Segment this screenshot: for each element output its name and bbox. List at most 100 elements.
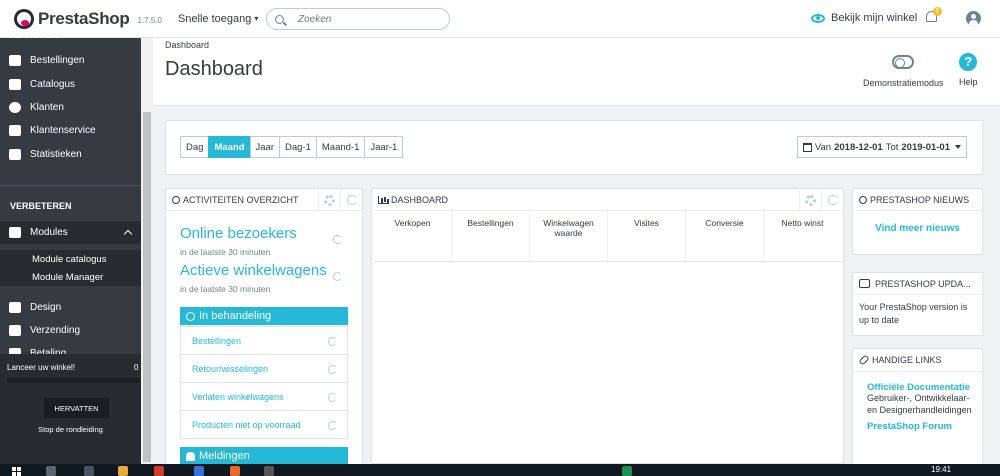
period-button-maand-1[interactable]: Maand-1 [315, 136, 366, 158]
period-button-jaar-1[interactable]: Jaar-1 [364, 136, 404, 158]
submenu-item-module-catalog[interactable]: Module catalogus [0, 250, 141, 268]
date-range-picker[interactable]: Van 2018-12-01 Tot 2019-01-01 [796, 136, 967, 158]
pending-item-returns[interactable]: Retour/wisselingen [181, 354, 347, 382]
sidebar-item-shipping[interactable]: Verzending [0, 319, 141, 342]
period-button-jaar[interactable]: Jaar [249, 136, 281, 158]
help-label: Help [959, 77, 978, 87]
sidebar-item-design[interactable]: Design [0, 296, 141, 319]
search-box[interactable] [266, 8, 450, 30]
pending-section-header[interactable]: In behandeling [180, 307, 348, 325]
update-status-text: Your PrestaShop version is up to date [859, 302, 968, 325]
demo-mode-button[interactable]: Demonstratiemodus [863, 53, 944, 88]
sidebar-item-label: Verzending [30, 325, 81, 336]
notification-badge: 6 [933, 7, 942, 16]
resume-button[interactable]: HERVATTEN [44, 398, 109, 418]
activity-panel-header: ACTIVITEITEN OVERZICHT [166, 189, 362, 211]
account-icon[interactable] [966, 11, 981, 26]
excel-icon[interactable] [622, 466, 632, 476]
sidebar-item-label: Modules [30, 227, 68, 238]
view-shop-link[interactable]: Bekijk mijn winkel [811, 12, 917, 24]
app-icon[interactable] [264, 466, 274, 476]
windows-start-icon[interactable] [12, 467, 22, 476]
forum-link[interactable]: PrestaShop Forum [867, 421, 982, 432]
period-toolbar: Dag Maand Jaar Dag-1 Maand-1 Jaar-1 Van 2018-… [165, 120, 983, 175]
kpi-tab-net-profit[interactable]: Netto winst [764, 211, 841, 261]
pending-item-out-of-stock[interactable]: Producten niet op voorraad [181, 410, 347, 438]
update-panel-header: PRESTASHOP UPDA... [853, 273, 982, 295]
loading-icon [328, 365, 337, 374]
active-carts-title: Actieve winkelwagens [180, 262, 327, 279]
sidebar-item-label: Bestellingen [30, 55, 85, 66]
modules-submenu: Module catalogus Module Manager [0, 250, 141, 286]
task-view-icon[interactable] [84, 466, 94, 476]
kpi-tab-sales[interactable]: Verkopen [374, 211, 452, 261]
sidebar-item-modules[interactable]: Modules [0, 221, 141, 244]
help-button[interactable]: ? Help [959, 53, 978, 87]
onboarding-title: Lanceer uw winkel! [7, 363, 76, 372]
puzzle-icon [9, 227, 21, 238]
refresh-button[interactable] [821, 189, 843, 211]
app-icon[interactable] [194, 466, 204, 476]
refresh-button[interactable] [340, 189, 362, 211]
firefox-icon[interactable] [230, 466, 240, 476]
update-icon [859, 279, 870, 288]
kpi-tab-conversion[interactable]: Conversie [686, 211, 764, 261]
sidebar-item-customer-service[interactable]: Klantenservice [0, 119, 141, 142]
sidebar-scrollbar[interactable] [141, 38, 153, 464]
sidebar-item-customers[interactable]: Klanten [0, 96, 141, 119]
loading-icon [333, 235, 342, 244]
kpi-tab-cart-value[interactable]: Winkelwagen waarde [530, 211, 608, 261]
stop-tour-link[interactable]: Stop de rondleiding [0, 425, 141, 434]
clock-icon [172, 195, 180, 204]
logo[interactable]: PrestaShop 1.7.5.0 [14, 8, 162, 29]
activity-panel: ACTIVITEITEN OVERZICHT Online bezoekers … [165, 188, 363, 468]
search-input[interactable] [298, 13, 438, 25]
period-button-maand[interactable]: Maand [208, 136, 251, 158]
notifications-section-header[interactable]: Meldingen [180, 447, 348, 465]
gear-icon [805, 194, 816, 206]
loading-icon [333, 272, 342, 281]
help-icon: ? [959, 53, 978, 71]
store-icon [9, 79, 21, 90]
chevron-up-icon [123, 229, 133, 239]
period-button-dag-1[interactable]: Dag-1 [279, 136, 317, 158]
search-icon[interactable] [46, 466, 56, 476]
desktop-icon [9, 302, 21, 313]
pending-item-abandoned-carts[interactable]: Verlaten winkelwagens [181, 382, 347, 410]
quick-access-dropdown[interactable]: Snelle toegang ▾ [178, 13, 258, 25]
kpi-tabs: Verkopen Bestellingen Winkelwagen waarde… [374, 211, 841, 262]
kpi-tab-orders[interactable]: Bestellingen [452, 211, 530, 261]
online-visitors-title: Online bezoekers [180, 225, 297, 242]
sidebar-item-catalog[interactable]: Catalogus [0, 73, 141, 96]
more-news-link[interactable]: Vind meer nieuws [853, 223, 982, 234]
links-title: HANDIGE LINKS [872, 355, 942, 365]
to-label: Tot [885, 141, 899, 153]
pending-list: Bestellingen Retour/wisselingen Verlaten… [180, 326, 348, 439]
truck-icon [9, 325, 21, 336]
sidebar-item-stats[interactable]: Statistieken [0, 143, 141, 166]
sidebar-section-improve: VERBETEREN [10, 201, 72, 211]
version-label: 1.7.5.0 [137, 16, 162, 25]
basket-icon [9, 55, 21, 66]
news-panel-header: PRESTASHOP NIEUWS [853, 189, 982, 211]
sidebar-item-label: Klantenservice [30, 125, 96, 136]
sidebar-item-orders[interactable]: Bestellingen [0, 49, 141, 72]
breadcrumb[interactable]: Dashboard [165, 40, 209, 50]
pending-item-orders[interactable]: Bestellingen [181, 326, 347, 354]
news-panel: PRESTASHOP NIEUWS Vind meer nieuws [852, 188, 983, 255]
dashboard-title: DASHBOARD [391, 194, 449, 205]
eye-icon [811, 13, 825, 23]
submenu-item-module-manager[interactable]: Module Manager [0, 268, 141, 286]
scrollbar-thumb[interactable] [143, 112, 151, 462]
notifications-button[interactable]: 6 [926, 7, 942, 25]
kpi-tab-visits[interactable]: Visites [608, 211, 686, 261]
period-button-dag[interactable]: Dag [180, 136, 210, 158]
pending-item-label: Producten niet op voorraad [192, 419, 301, 430]
pending-item-label: Retour/wisselingen [192, 363, 269, 374]
configure-button[interactable] [799, 189, 821, 211]
configure-button[interactable] [318, 189, 340, 211]
file-explorer-icon[interactable] [118, 466, 128, 476]
chrome-icon[interactable] [154, 466, 164, 476]
onboarding-panel: Lanceer uw winkel! 0 HERVATTEN Stop de r… [0, 354, 141, 464]
docs-link[interactable]: Officiële Documentatie [867, 382, 982, 393]
